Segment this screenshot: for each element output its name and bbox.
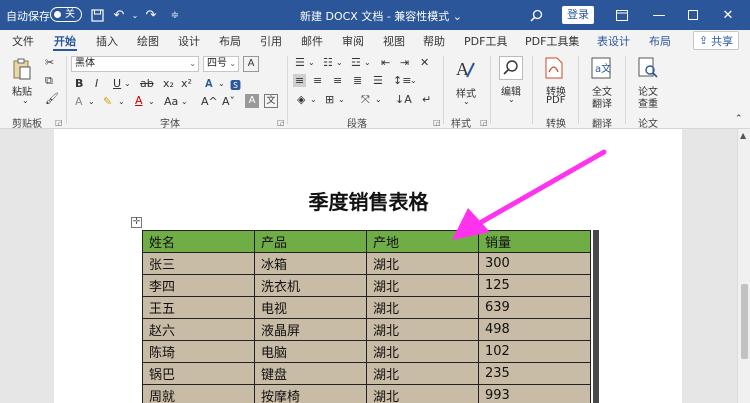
annotation-arrow-head xyxy=(452,208,490,240)
annotation-arrow-shaft xyxy=(475,149,607,227)
annotation-arrow-icon xyxy=(452,149,607,240)
